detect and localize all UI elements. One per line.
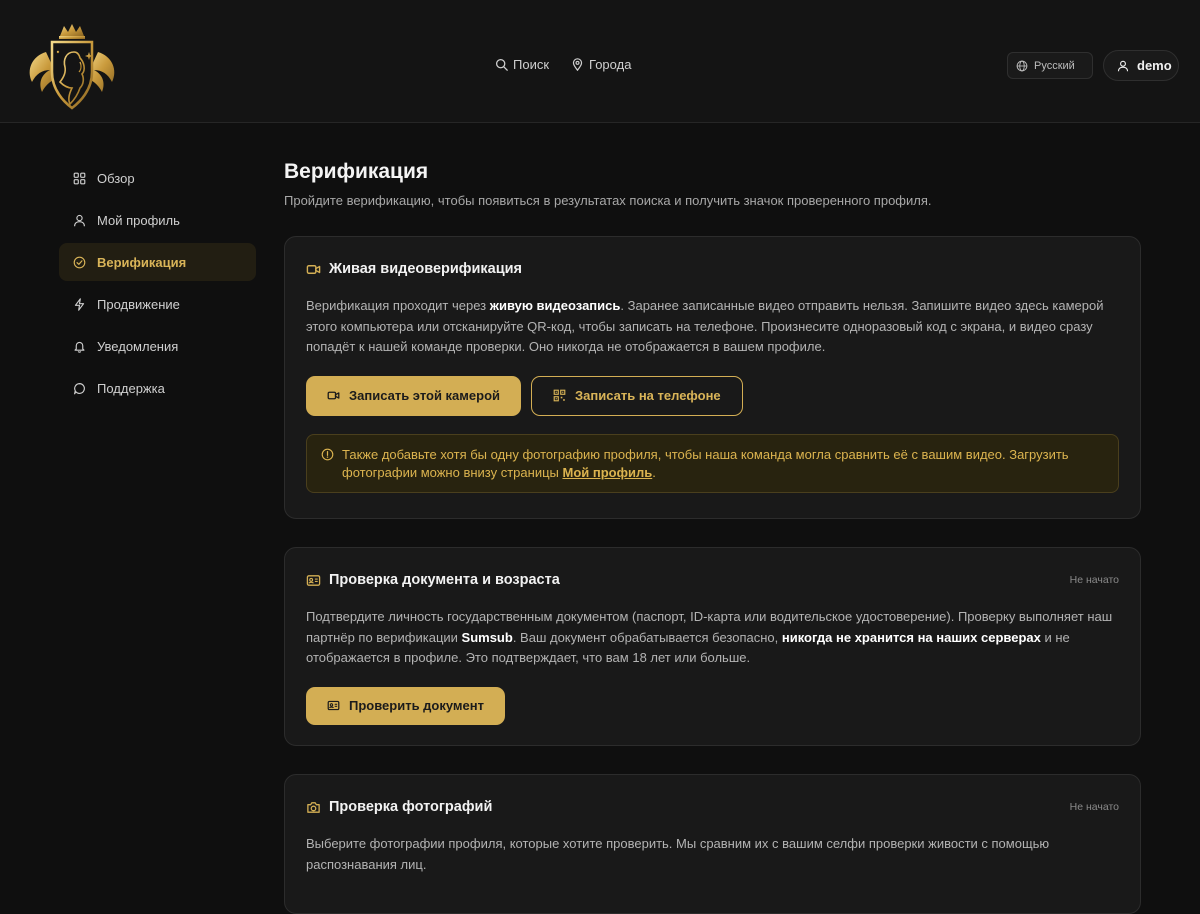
brand-logo[interactable] xyxy=(24,22,120,110)
grid-icon xyxy=(73,172,86,184)
notice-text: Также добавьте хотя бы одну фотографию п… xyxy=(342,446,1069,481)
qr-code-icon xyxy=(553,389,566,402)
document-verification-card: Проверка документа и возраста Не начато … xyxy=(284,547,1141,746)
sidebar-item-label: Обзор xyxy=(97,170,135,186)
video-verification-card: Живая видеоверификация Верификация прохо… xyxy=(284,236,1141,519)
main-content-header: Верификация Пройдите верификацию, чтобы … xyxy=(284,160,1141,208)
user-menu-button[interactable]: demo xyxy=(1103,50,1179,81)
video-camera-icon xyxy=(327,391,340,400)
map-pin-icon xyxy=(572,58,583,71)
nav-search[interactable]: Поиск xyxy=(495,57,549,72)
button-label: Записать этой камерой xyxy=(349,388,501,403)
photos-card-title: Проверка фотографий xyxy=(329,799,493,815)
text-emphasis: Sumsub xyxy=(461,629,513,645)
nav-cities[interactable]: Города xyxy=(571,57,631,72)
lightning-icon xyxy=(74,297,85,311)
username-label: demo xyxy=(1137,58,1172,73)
video-camera-icon xyxy=(306,264,321,274)
notice-text: . xyxy=(652,465,656,480)
nav-cities-label: Города xyxy=(589,57,632,72)
globe-icon xyxy=(1016,60,1028,71)
card-title: Живая видеоверификация xyxy=(306,261,522,277)
sidebar-item-label: Продвижение xyxy=(97,296,180,312)
sidebar-item-profile[interactable]: Мой профиль xyxy=(59,201,256,239)
sidebar-item-overview[interactable]: Обзор xyxy=(59,159,256,197)
video-card-description: Верификация проходит через живую видеоза… xyxy=(306,296,1119,358)
sidebar-item-support[interactable]: Поддержка xyxy=(59,369,256,407)
id-card-icon xyxy=(327,700,340,711)
text-emphasis: живую видеозапись xyxy=(489,298,621,313)
camera-icon xyxy=(307,801,320,813)
search-icon xyxy=(495,58,508,71)
text-part: . Ваш документ обрабатывается безопасно, xyxy=(512,629,782,645)
sidebar: Обзор Мой профиль Верификация Продвижени… xyxy=(59,159,256,411)
top-header: Поиск Города Русский demo xyxy=(0,0,1200,123)
user-icon xyxy=(1117,60,1129,71)
verify-document-button[interactable]: Проверить документ xyxy=(306,686,506,725)
check-circle-icon xyxy=(73,256,86,268)
language-label: Русский xyxy=(1034,59,1075,72)
sidebar-item-notifications[interactable]: Уведомления xyxy=(59,327,256,365)
sidebar-item-label: Верификация xyxy=(97,254,187,270)
language-selector[interactable]: Русский xyxy=(1007,52,1093,79)
info-circle-icon xyxy=(321,448,334,460)
button-label: Записать на телефоне xyxy=(575,388,721,403)
record-camera-button[interactable]: Записать этой камерой xyxy=(306,375,522,416)
page-subtitle: Пройдите верификацию, чтобы появиться в … xyxy=(284,193,932,208)
document-card-description: Подтвердите личность государственным док… xyxy=(306,607,1119,669)
sidebar-item-label: Поддержка xyxy=(97,380,165,396)
sidebar-item-verification[interactable]: Верификация xyxy=(59,243,256,281)
card-title: Проверка документа и возраста xyxy=(306,572,560,588)
video-card-title: Живая видеоверификация xyxy=(329,261,523,277)
my-profile-link[interactable]: Мой профиль xyxy=(562,465,652,480)
document-card-title: Проверка документа и возраста xyxy=(329,572,560,588)
sidebar-item-label: Уведомления xyxy=(97,338,179,354)
photo-verification-card: Проверка фотографий Не начато Выберите ф… xyxy=(284,774,1141,914)
status-badge: Не начато xyxy=(1069,574,1119,586)
status-badge: Не начато xyxy=(1069,801,1119,813)
id-card-icon xyxy=(306,574,321,586)
main-nav: Поиск Города xyxy=(495,57,631,72)
nav-search-label: Поиск xyxy=(513,57,550,72)
sidebar-item-promotion[interactable]: Продвижение xyxy=(59,285,256,323)
bell-icon xyxy=(74,341,85,353)
chat-icon xyxy=(74,382,85,394)
text-part: Верификация проходит через xyxy=(306,298,490,313)
photo-notice-alert: Также добавьте хотя бы одну фотографию п… xyxy=(306,433,1119,493)
crest-logo-icon xyxy=(29,24,115,110)
text-emphasis: никогда не хранится на наших серверах xyxy=(781,629,1041,645)
user-icon xyxy=(74,214,85,226)
photos-card-description: Выберите фотографии профиля, которые хот… xyxy=(306,836,1050,872)
button-label: Проверить документ xyxy=(349,698,485,713)
page-title: Верификация xyxy=(284,160,429,183)
record-phone-button[interactable]: Записать на телефоне xyxy=(531,375,743,416)
sidebar-item-label: Мой профиль xyxy=(97,212,180,228)
card-title: Проверка фотографий xyxy=(306,799,492,815)
